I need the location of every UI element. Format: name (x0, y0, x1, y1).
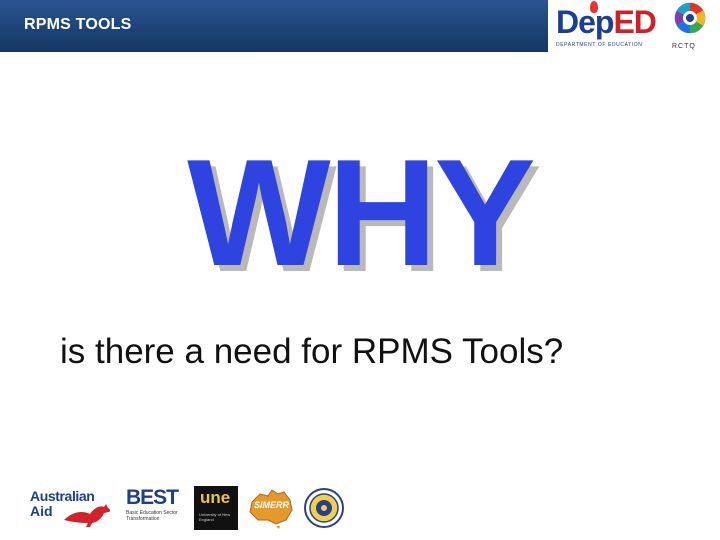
deped-subtitle: DEPARTMENT OF EDUCATION (556, 42, 643, 48)
headline-text: WHY (187, 128, 536, 298)
simerr-logo: SiMERR (246, 486, 296, 530)
headline-container: WHY WHY (0, 137, 720, 295)
question-text: is there a need for RPMS Tools? (60, 332, 564, 371)
une-mark: une (200, 488, 231, 507)
headline: WHY WHY (187, 137, 542, 295)
kangaroo-icon (64, 504, 111, 527)
best-logo: BEST Basic Education Sector Transformati… (126, 486, 188, 530)
rctq-emblem-icon (674, 2, 706, 34)
une-subtitle: University of New England (199, 512, 231, 522)
seal-icon (304, 488, 344, 528)
deped-logo-ed: ED (613, 4, 656, 40)
australian-aid-logo: Australian Aid (30, 488, 116, 530)
une-logo: une University of New England (194, 486, 238, 530)
deped-logo: DepED (556, 4, 657, 40)
header-title: RPMS TOOLS (24, 16, 132, 33)
torch-flame-icon (590, 1, 598, 13)
australian-aid-line2: Aid (30, 503, 53, 519)
rctq-label: RCTQ (672, 43, 696, 50)
best-mark: BEST (126, 486, 179, 509)
logo-panel: DepED DEPARTMENT OF EDUCATION RCTQ (548, 0, 720, 52)
slide-header: RPMS TOOLS DepED DEPARTMENT OF EDUCATION… (0, 0, 720, 52)
deped-logo-dep: Dep (556, 4, 614, 40)
best-subtitle: Basic Education Sector Transformation (126, 510, 178, 522)
simerr-mark: SiMERR (254, 500, 290, 510)
